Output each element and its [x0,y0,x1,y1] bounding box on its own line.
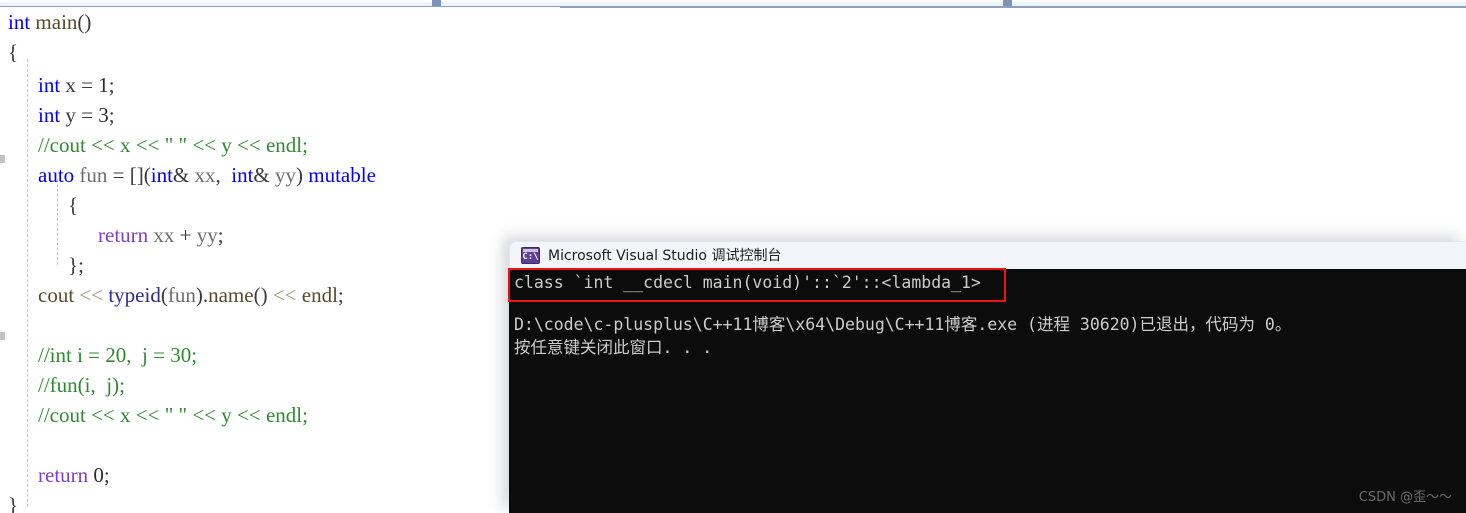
console-line: D:\code\c-plusplus\C++11博客\x64\Debug\C++… [514,315,1292,334]
screenshot-root: int main(){int x = 1; int y = 3;//cout <<… [0,0,1466,513]
code-line[interactable]: cout << typeid(fun).name() << endl; [38,280,344,310]
console-app-icon: C:\ [521,247,540,264]
console-title: Microsoft Visual Studio 调试控制台 [548,248,782,264]
code-token: mutable [308,163,376,187]
code-token: << [272,283,297,307]
code-token: xx [194,163,216,187]
code-token: y = [60,103,99,127]
console-output[interactable]: class `int __cdecl main(void)'::`2'::<la… [509,269,1466,513]
code-token: }; [68,253,84,277]
code-line[interactable]: int y = 3; [38,100,115,130]
code-token: x = [60,73,99,97]
code-token: , [215,163,232,187]
code-token: 1 [98,73,109,97]
code-token: int [150,163,173,187]
code-line[interactable]: auto fun = [](int& xx, int& yy) mutable [38,160,376,190]
console-icon-glyph: C:\ [522,252,539,262]
code-token: << [79,283,104,307]
code-token: + [174,223,197,247]
code-token: yy [275,163,297,187]
code-token: ) [296,163,309,187]
code-line[interactable]: } [8,490,18,513]
code-token: ; [217,223,224,247]
code-token: int [38,103,61,127]
code-token: ; [108,103,115,127]
code-line[interactable]: int main() [8,7,91,37]
code-line[interactable]: //fun(i, j); [38,370,125,400]
code-token: & [253,163,276,187]
indent-guide [27,59,28,507]
code-token: auto [38,163,75,187]
code-token: main [35,10,78,34]
code-line[interactable]: //cout << x << " " << y << endl; [38,130,308,160]
watermark: CSDN @歪～～ [1358,490,1452,505]
horizontal-scrollbar[interactable] [0,0,1466,8]
code-token: () [77,10,92,34]
code-token: { [8,40,19,64]
code-token: () [253,283,273,307]
code-fold-marker[interactable] [0,155,5,163]
code-token: return [98,223,149,247]
code-line[interactable]: return xx + yy; [98,220,224,250]
editor-gutter [0,7,8,513]
code-token: } [8,493,19,513]
code-token: endl [301,283,338,307]
code-token: ( [160,283,168,307]
code-token: fun [167,283,196,307]
code-token: ; [337,283,344,307]
code-line[interactable]: return 0; [38,460,110,490]
code-line[interactable]: //cout << x << " " << y << endl; [38,400,308,430]
code-line[interactable]: int x = 1; [38,70,115,100]
code-token: //fun(i, j); [38,373,125,397]
code-token: return [38,463,89,487]
code-line[interactable]: }; [68,250,84,280]
code-token: cout [38,283,75,307]
code-token: //cout << x << " " << y << endl; [38,403,308,427]
code-fold-marker[interactable] [0,332,5,340]
code-token: { [68,193,79,217]
code-line[interactable]: { [68,190,78,220]
console-line: 按任意键关闭此窗口. . . [514,338,713,357]
code-line[interactable]: //int i = 20, j = 30; [38,340,197,370]
scrollbar-thumb-left[interactable] [432,0,441,6]
console-line: class `int __cdecl main(void)'::`2'::<la… [514,273,981,292]
code-token: 0 [93,463,104,487]
code-token: yy [196,223,218,247]
code-token: name [208,283,254,307]
console-titlebar[interactable]: C:\ Microsoft Visual Studio 调试控制台 [509,241,1466,270]
indent-guide [57,179,58,265]
code-token: xx [153,223,175,247]
code-token: //cout << x << " " << y << endl; [38,133,308,157]
code-token: ; [103,463,110,487]
code-token: = []( [107,163,151,187]
code-line[interactable]: { [8,37,18,67]
code-token: fun [79,163,108,187]
code-token: int [8,10,31,34]
code-token: & [172,163,195,187]
code-token: typeid [108,283,161,307]
code-editor[interactable]: int main(){int x = 1; int y = 3;//cout <<… [0,7,560,513]
code-token: //int i = 20, j = 30; [38,343,198,367]
console-window[interactable]: C:\ Microsoft Visual Studio 调试控制台 class … [509,241,1466,513]
code-token: int [38,73,61,97]
code-token: ; [108,73,115,97]
scrollbar-thumb-right[interactable] [1003,0,1012,6]
code-token: 3 [98,103,109,127]
code-token: int [231,163,254,187]
code-token: ). [195,283,209,307]
